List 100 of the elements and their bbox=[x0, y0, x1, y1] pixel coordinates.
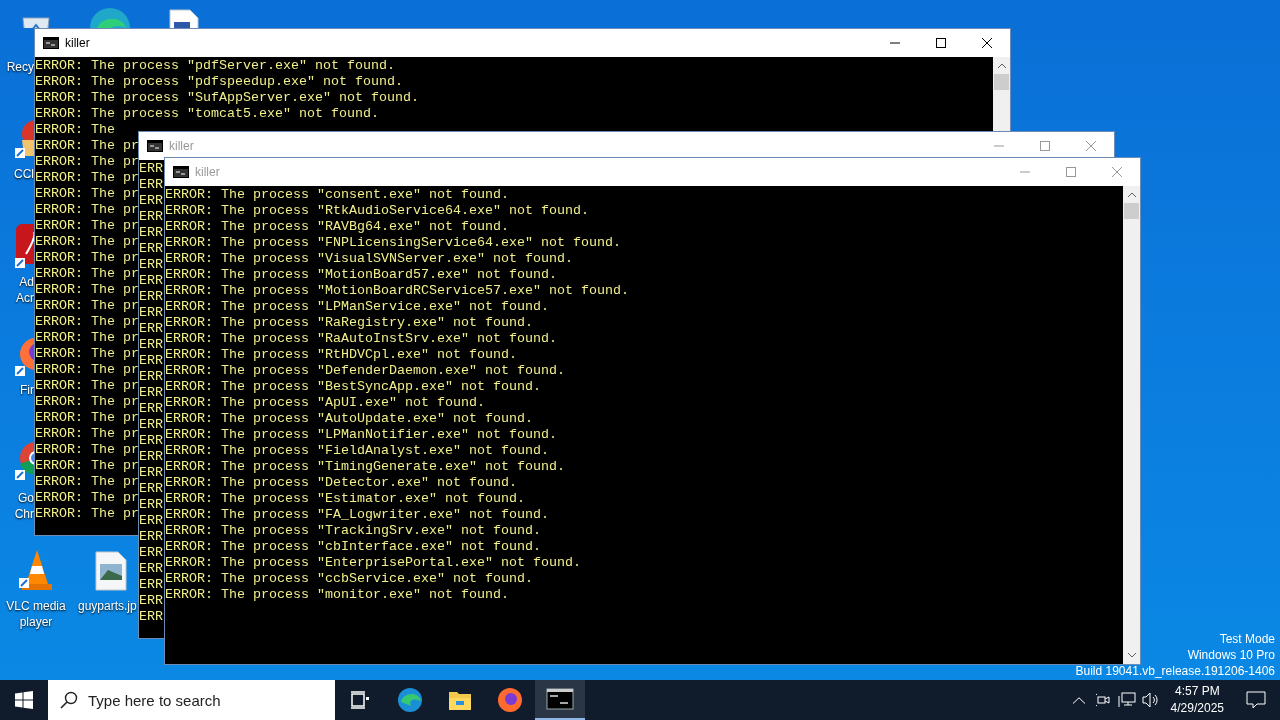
scrollbar-thumb[interactable] bbox=[994, 74, 1009, 90]
console-line: ERR bbox=[139, 193, 163, 209]
console-line: ERROR: The pr bbox=[35, 474, 139, 490]
console-line: ERROR: The pr bbox=[35, 442, 139, 458]
console-line: ERROR: The pr bbox=[35, 266, 139, 282]
console-line: ERROR: The process "ApUI.exe" not found. bbox=[165, 395, 485, 411]
icon-label: Chr bbox=[14, 506, 34, 522]
console-line: ERROR: The pr bbox=[35, 170, 139, 186]
console-icon bbox=[147, 140, 163, 152]
icon-label: player bbox=[19, 614, 53, 630]
clock[interactable]: 4:57 PM 4/29/2025 bbox=[1162, 680, 1232, 720]
console-line: ERR bbox=[139, 209, 163, 225]
console-line: ERROR: The process "cbInterface.exe" not found. bbox=[165, 539, 541, 555]
acrobat-icon[interactable] bbox=[14, 224, 34, 268]
image-file-icon[interactable] bbox=[94, 550, 128, 592]
console-icon bbox=[546, 688, 574, 710]
search-field[interactable]: Type here to search bbox=[48, 680, 335, 720]
chevron-up-icon bbox=[1127, 192, 1136, 197]
console-line: ERROR: The process "TimingGenerate.exe" not found. bbox=[165, 459, 565, 475]
console-line: ERROR: The process "Estimator.exe" not found. bbox=[165, 491, 525, 507]
console-line: ERROR: The process "RaAutoInstSrv.exe" not found. bbox=[165, 331, 557, 347]
icon-label: Go bbox=[18, 490, 34, 506]
chevron-up-icon bbox=[997, 63, 1006, 68]
taskbar-app-button[interactable] bbox=[535, 680, 585, 720]
close-icon bbox=[1086, 141, 1096, 151]
network-icon bbox=[1117, 692, 1136, 708]
console-line: ERROR: The process "MotionBoard57.exe" not found. bbox=[165, 267, 557, 283]
console-line: ERR bbox=[139, 497, 163, 513]
console-line: ERR bbox=[139, 273, 163, 289]
close-icon bbox=[1112, 167, 1122, 177]
console-line: ERROR: The pr bbox=[35, 346, 139, 362]
system-watermark-text: Windows 10 Pro bbox=[1187, 647, 1275, 663]
console-line: ERR bbox=[139, 289, 163, 305]
volume-icon bbox=[1141, 692, 1160, 708]
console-line: ERR bbox=[139, 465, 163, 481]
console-icon bbox=[43, 37, 59, 49]
console-line: ERR bbox=[139, 529, 163, 545]
console-line: ERR bbox=[139, 257, 163, 273]
system-watermark-text: Build 19041.vb_release.191206-1406 bbox=[1075, 663, 1275, 679]
console-line: ERROR: The process "pdfspeedup.exe" not found. bbox=[35, 74, 403, 90]
console-line: ERROR: The process "BestSyncApp.exe" not found. bbox=[165, 379, 541, 395]
console-line: ERROR: The process "pdfServer.exe" not found. bbox=[35, 58, 395, 74]
console-icon bbox=[173, 166, 189, 178]
console-line: ERROR: The pr bbox=[35, 298, 139, 314]
speech-bubble-icon bbox=[1246, 691, 1266, 709]
console-line: ERROR: The process "DefenderDaemon.exe" not found. bbox=[165, 363, 565, 379]
chevron-down-icon bbox=[1127, 653, 1136, 658]
console-line: ERROR: The process "FA_Logwriter.exe" not found. bbox=[165, 507, 549, 523]
console-line: ERR bbox=[139, 241, 163, 257]
console-line: ERROR: The pr bbox=[35, 506, 139, 522]
console-line: ERR bbox=[139, 385, 163, 401]
icon-label: CCl bbox=[14, 166, 34, 182]
console-line: ERROR: The process "RtkAudioService64.exe" not found. bbox=[165, 203, 589, 219]
console-line: ERR bbox=[139, 401, 163, 417]
console-line: ERR bbox=[139, 177, 163, 193]
minimize-icon bbox=[890, 42, 900, 44]
window-title: killer bbox=[65, 36, 91, 50]
console-line: ERROR: The process "VisualSVNServer.exe" not found. bbox=[165, 251, 573, 267]
document-icon[interactable] bbox=[166, 8, 202, 28]
window-title: killer bbox=[195, 165, 221, 179]
icon-label: guyparts.jp bbox=[78, 598, 137, 614]
console-line: ERR bbox=[139, 561, 163, 577]
console-line: ERROR: The process "EnterprisePortal.exe" not found. bbox=[165, 555, 581, 571]
search-icon bbox=[60, 691, 78, 709]
icon-label: Ad bbox=[19, 274, 34, 290]
scrollbar-thumb[interactable] bbox=[1124, 203, 1139, 219]
console-line: ERROR: The process "SufAppServer.exe" not found. bbox=[35, 90, 419, 106]
console-line: ERROR: The pr bbox=[35, 490, 139, 506]
console-line: ERR bbox=[139, 337, 163, 353]
console-line: ERROR: The pr bbox=[35, 458, 139, 474]
minimize-icon bbox=[994, 145, 1004, 147]
minimize-icon bbox=[1020, 171, 1030, 173]
console-line: ERR bbox=[139, 545, 163, 561]
console-line: ERR bbox=[139, 609, 163, 625]
console-line: ERROR: The process "Detector.exe" not found. bbox=[165, 475, 517, 491]
console-line: ERROR: The process "MotionBoardRCService57.exe" not found. bbox=[165, 283, 629, 299]
console-line: ERR bbox=[139, 593, 163, 609]
console-line: ERROR: The pr bbox=[35, 282, 139, 298]
console-line: ERROR: The process "RAVBg64.exe" not found. bbox=[165, 219, 509, 235]
console-line: ERR bbox=[139, 481, 163, 497]
system-watermark-text: Test Mode bbox=[1219, 631, 1275, 647]
console-line: ERROR: The pr bbox=[35, 362, 139, 378]
console-line: ERR bbox=[139, 449, 163, 465]
console-line: ERROR: The process "RtHDVCpl.exe" not found. bbox=[165, 347, 517, 363]
console-line: ERR bbox=[139, 513, 163, 529]
console-line: ERROR: The pr bbox=[35, 426, 139, 442]
console-line: ERROR: The process "FNPLicensingService64.exe" not found. bbox=[165, 235, 621, 251]
icon-label: Acr bbox=[16, 290, 34, 306]
console-line: ERROR: The process "FieldAnalyst.exe" not found. bbox=[165, 443, 549, 459]
windows-logo-icon bbox=[15, 691, 33, 709]
console-line: ERR bbox=[139, 577, 163, 593]
console-line: ERROR: The pr bbox=[35, 314, 139, 330]
console-line: ERROR: The pr bbox=[35, 410, 139, 426]
console-line: ERR bbox=[139, 305, 163, 321]
folder-icon bbox=[448, 689, 472, 711]
console-line: ERROR: The pr bbox=[35, 202, 139, 218]
console-line: ERR bbox=[139, 353, 163, 369]
maximize-icon bbox=[936, 38, 946, 48]
icon-label: VLC media bbox=[6, 598, 66, 614]
console-line: ERROR: The process "LPManNotifier.exe" not found. bbox=[165, 427, 557, 443]
